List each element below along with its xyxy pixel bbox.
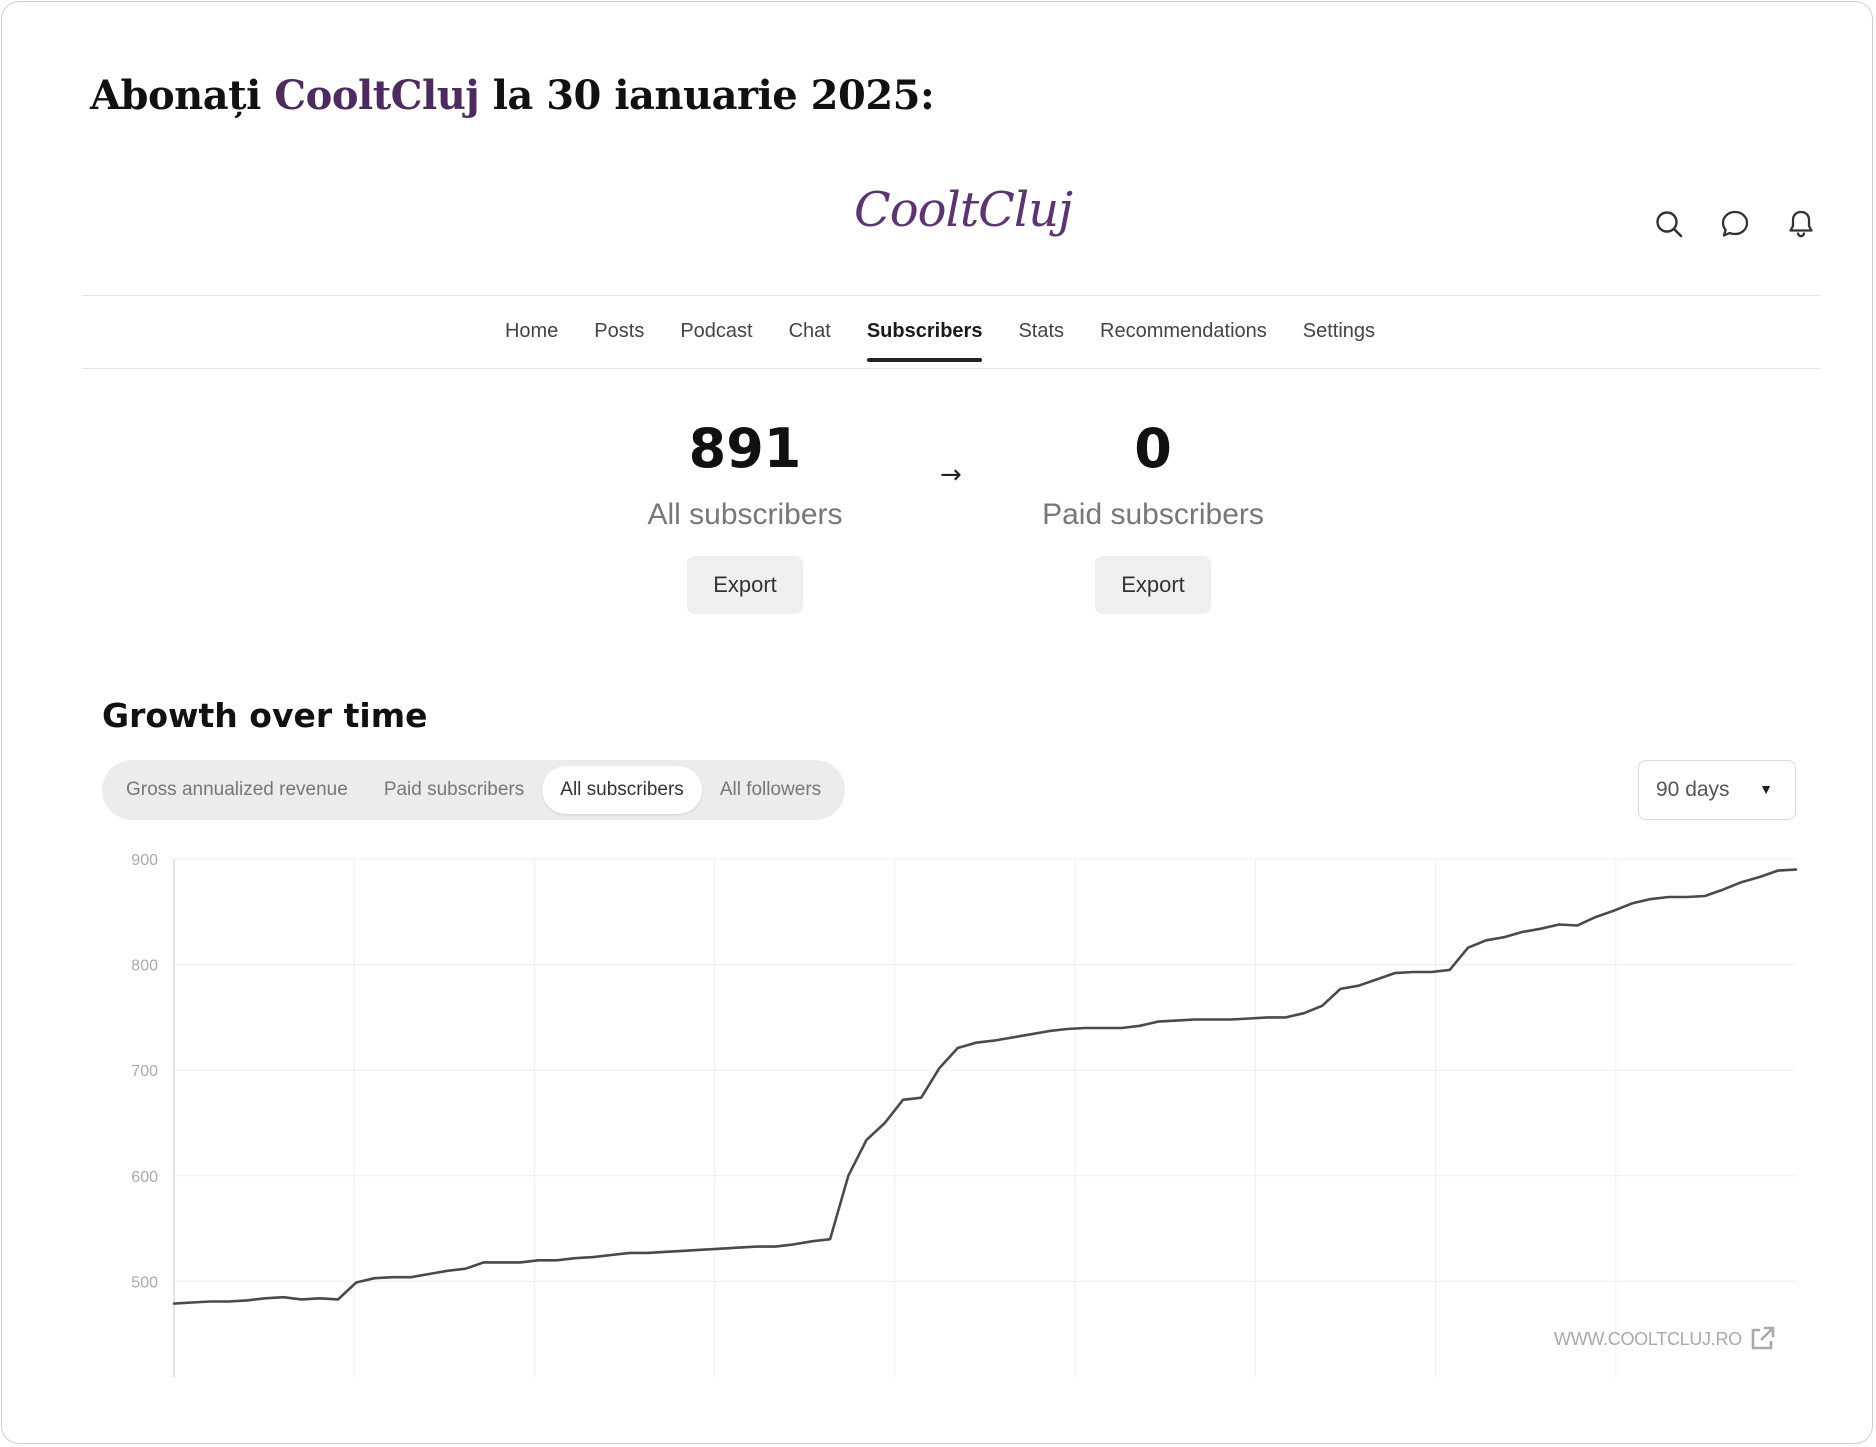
nav-item-posts[interactable]: Posts [594, 320, 644, 357]
page-headline: Abonați CooltCluj la 30 ianuarie 2025: [90, 72, 935, 119]
headline-suffix: la 30 ianuarie 2025: [492, 72, 935, 119]
nav-item-subscribers[interactable]: Subscribers [866, 320, 982, 362]
metric-tabs: Gross annualized revenue Paid subscribers… [102, 760, 846, 820]
nav-item-podcast[interactable]: Podcast [680, 320, 752, 357]
main-nav: Home Posts Podcast Chat Subscribers Stats Reco… [2, 320, 1872, 362]
tab-gross-annualized-revenue[interactable]: Gross annualized revenue [108, 766, 366, 814]
growth-chart: 900800700600500400 [131, 852, 1798, 1377]
headline-prefix: Abonați [90, 72, 261, 119]
export-all-button[interactable]: Export [687, 556, 803, 614]
paid-subscribers-count: 0 [1134, 417, 1172, 480]
stat-paid-subscribers: 0 Paid subscribers Export [1023, 422, 1283, 614]
y-tick-label: 700 [131, 1063, 158, 1080]
caret-down-icon: ▼ [1759, 781, 1773, 797]
nav-item-settings[interactable]: Settings [1303, 320, 1375, 357]
watermark-text: WWW.COOLTCLUJ.RO [1554, 1328, 1742, 1349]
tab-paid-subscribers[interactable]: Paid subscribers [366, 766, 542, 814]
site-watermark[interactable]: WWW.COOLTCLUJ.RO [1554, 1325, 1776, 1353]
series-line-all-subscribers [172, 868, 1798, 1305]
nav-item-stats[interactable]: Stats [1018, 320, 1064, 357]
export-paid-button[interactable]: Export [1095, 556, 1211, 614]
tab-all-followers[interactable]: All followers [702, 766, 839, 814]
stat-all-subscribers: 891 All subscribers Export [615, 422, 875, 614]
y-tick-label: 600 [131, 1169, 158, 1186]
screenshot-frame: Abonați CooltCluj la 30 ianuarie 2025: C… [1, 1, 1873, 1444]
headline-brand: CooltCluj [274, 72, 480, 119]
paid-subscribers-label: Paid subscribers [1042, 498, 1264, 531]
nav-item-home[interactable]: Home [505, 320, 558, 357]
nav-divider-top [82, 295, 1820, 296]
nav-item-chat[interactable]: Chat [789, 320, 831, 357]
site-logo[interactable]: CooltCluj [854, 182, 1073, 238]
y-tick-label: 500 [131, 1274, 158, 1291]
y-tick-label: 900 [131, 852, 158, 869]
tab-all-subscribers[interactable]: All subscribers [542, 766, 702, 814]
arrow-right-icon: → [940, 460, 962, 490]
nav-divider-bottom [82, 368, 1820, 369]
nav-item-recommendations[interactable]: Recommendations [1100, 320, 1267, 357]
chat-bubble-icon[interactable] [1720, 209, 1750, 239]
all-subscribers-count: 891 [688, 417, 802, 480]
range-select[interactable]: 90 days ▼ [1638, 760, 1796, 820]
growth-title: Growth over time [102, 696, 428, 735]
bell-icon[interactable] [1786, 209, 1816, 239]
range-value: 90 days [1656, 778, 1730, 801]
y-tick-label: 800 [131, 958, 158, 975]
all-subscribers-label: All subscribers [647, 498, 843, 531]
search-icon[interactable] [1654, 209, 1684, 239]
external-link-icon [1751, 1326, 1775, 1350]
